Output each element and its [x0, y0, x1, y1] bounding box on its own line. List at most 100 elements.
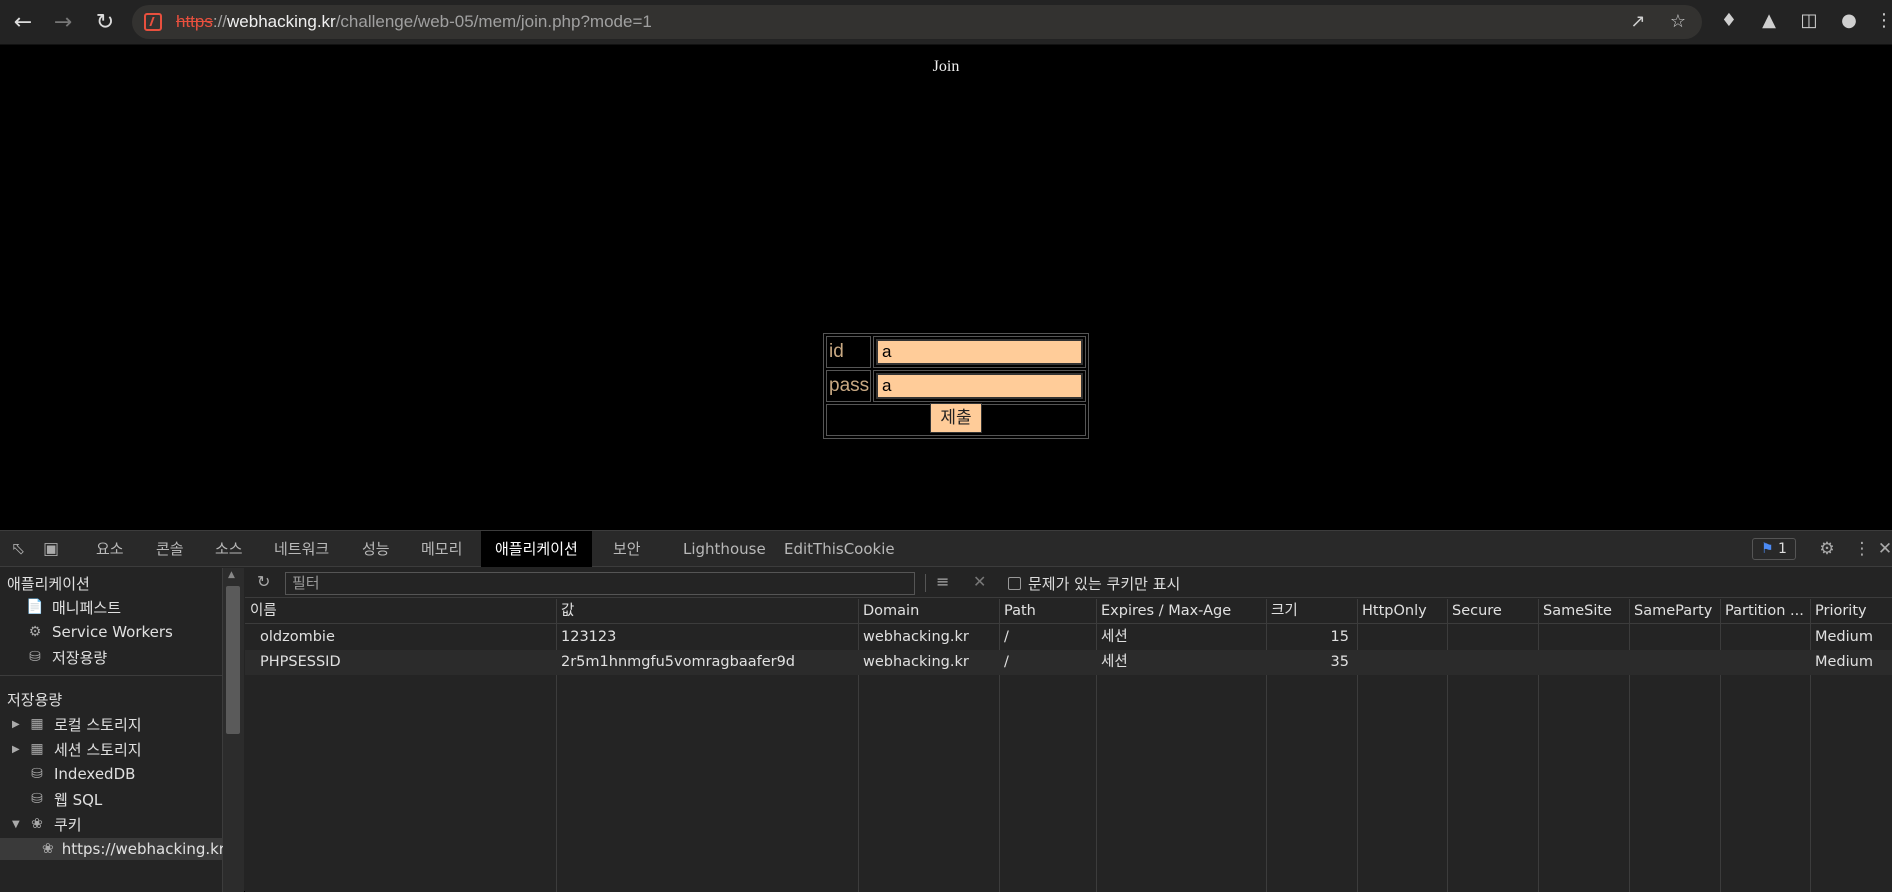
page-title: Join	[932, 58, 960, 75]
column-header-domain[interactable]: Domain	[858, 599, 999, 624]
reload-icon[interactable]: ↻	[90, 7, 120, 37]
scrollbar-thumb[interactable]	[226, 586, 240, 734]
gear-icon: ⚙	[28, 624, 42, 640]
tab-network[interactable]: 네트워크	[266, 531, 337, 567]
database-icon: ⛁	[29, 649, 41, 665]
cookie-path: /	[1004, 629, 1009, 645]
column-header-priority[interactable]: Priority	[1810, 599, 1892, 624]
toolbar-divider	[925, 574, 926, 592]
tab-application[interactable]: 애플리케이션	[481, 531, 592, 567]
collapse-arrow-icon[interactable]: ▼	[12, 819, 24, 830]
column-header-value[interactable]: 값	[556, 599, 858, 624]
sidebar-item-label: 저장용량	[52, 648, 108, 667]
back-arrow-icon[interactable]: ←	[8, 7, 38, 37]
close-icon[interactable]: ✕	[1874, 538, 1892, 560]
puzzle-icon[interactable]: ♦	[1717, 10, 1741, 34]
share-icon[interactable]: ↗	[1626, 11, 1650, 35]
column-header-name[interactable]: 이름	[245, 599, 556, 624]
only-issues-checkbox[interactable]	[1008, 577, 1021, 590]
not-secure-icon[interactable]	[144, 13, 162, 31]
star-icon[interactable]: ☆	[1666, 11, 1690, 35]
sidebar-item-cookie-origin[interactable]: ❀ https://webhacking.kr	[0, 838, 225, 860]
cookie-domain: webhacking.kr	[863, 629, 969, 645]
join-form: id a pass a 제출	[823, 333, 1089, 439]
issues-count: 1	[1778, 541, 1787, 557]
sidebar-item-label: 로컬 스토리지	[54, 715, 142, 734]
devtools-tabbar: ⬁ ▣ 요소 콘솔 소스 네트워크 성능 메모리 애플리케이션 보안 Light…	[0, 531, 1892, 567]
tab-sources[interactable]: 소스	[207, 531, 251, 567]
sidebar-item-label: IndexedDB	[54, 765, 136, 783]
cookie-expires: 세션	[1101, 629, 1128, 645]
expand-arrow-icon[interactable]: ▶	[12, 744, 24, 755]
cookie-icon: ❀	[42, 841, 54, 857]
cookie-expires: 세션	[1101, 654, 1128, 670]
cookie-value: 123123	[561, 629, 617, 645]
tab-elements[interactable]: 요소	[88, 531, 132, 567]
cookie-size: 15	[1330, 629, 1349, 645]
column-header-sameparty[interactable]: SameParty	[1629, 599, 1720, 624]
refresh-icon[interactable]: ↻	[257, 572, 270, 591]
inspect-element-icon[interactable]: ⬁	[7, 538, 29, 560]
pass-input[interactable]: a	[876, 373, 1083, 399]
sidebar-item-session-storage[interactable]: ▶ ▦ 세션 스토리지	[12, 738, 142, 760]
flask-icon[interactable]: ▲	[1757, 10, 1781, 34]
column-header-httponly[interactable]: HttpOnly	[1357, 599, 1447, 624]
expand-arrow-icon[interactable]: ▶	[12, 719, 24, 730]
page-viewport: Join id a pass a 제출	[0, 46, 1892, 530]
gear-icon[interactable]: ⚙	[1816, 538, 1838, 560]
sidebar-item-storage[interactable]: ⛁ 저장용량	[26, 646, 107, 668]
cookie-value: 2r5m1hnmgfu5vomragbaafer9d	[561, 654, 796, 670]
id-input[interactable]: a	[876, 339, 1083, 365]
issues-badge[interactable]: ⚑ 1	[1752, 538, 1796, 560]
column-header-partition[interactable]: Partition ...	[1720, 599, 1810, 624]
cookie-name: oldzombie	[260, 629, 335, 645]
url-text[interactable]: https://webhacking.kr/challenge/web-05/m…	[176, 12, 652, 32]
cookie-filter-input[interactable]: 필터	[285, 572, 915, 595]
sidebar-item-manifest[interactable]: 📄 매니페스트	[26, 596, 121, 618]
sidebar-item-label: 세션 스토리지	[54, 740, 142, 759]
sidebar-item-label: 웹 SQL	[54, 790, 103, 809]
sidebar-divider	[0, 675, 223, 676]
delete-selected-icon[interactable]: ✕	[973, 572, 986, 591]
tab-editthiscookie[interactable]: EditThisCookie	[776, 531, 903, 567]
kebab-menu-icon[interactable]: ⋮	[1872, 10, 1892, 34]
table-row[interactable]: PHPSESSID 2r5m1hnmgfu5vomragbaafer9d web…	[245, 650, 1892, 675]
sidebar-item-label: 쿠키	[54, 815, 82, 834]
tab-lighthouse[interactable]: Lighthouse	[675, 531, 774, 567]
profile-icon[interactable]: ●	[1837, 10, 1861, 34]
tab-console[interactable]: 콘솔	[148, 531, 192, 567]
tab-memory[interactable]: 메모리	[413, 531, 470, 567]
table-icon: ▦	[30, 741, 44, 757]
sidebar-item-service-workers[interactable]: ⚙ Service Workers	[26, 621, 173, 643]
id-cell: a	[873, 336, 1086, 368]
tab-security[interactable]: 보안	[605, 531, 649, 567]
cookie-table: 이름 값 Domain Path Expires / Max-Age 크기 Ht…	[245, 599, 1892, 892]
clear-filtered-icon[interactable]: ≡	[936, 572, 949, 591]
sidebar-item-web-sql[interactable]: ⛁ 웹 SQL	[28, 788, 102, 810]
pass-label: pass	[826, 370, 871, 402]
column-header-expires[interactable]: Expires / Max-Age	[1096, 599, 1266, 624]
sidebar-item-indexeddb[interactable]: ⛁ IndexedDB	[28, 763, 135, 785]
forward-arrow-icon[interactable]: →	[48, 7, 78, 37]
more-options-icon[interactable]: ⋮	[1851, 538, 1873, 560]
cookie-domain: webhacking.kr	[863, 654, 969, 670]
cookies-panel: ↻ 필터 ≡ ✕ 문제가 있는 쿠키만 표시 이름 값 Domain Path …	[245, 568, 1892, 892]
table-row[interactable]: oldzombie 123123 webhacking.kr / 세션 15 M…	[245, 625, 1892, 650]
database-icon: ⛁	[31, 766, 43, 782]
sidebar-item-local-storage[interactable]: ▶ ▦ 로컬 스토리지	[12, 713, 142, 735]
sidebar-item-cookies[interactable]: ▼ ❀ 쿠키	[12, 813, 82, 835]
column-header-samesite[interactable]: SameSite	[1538, 599, 1629, 624]
column-header-secure[interactable]: Secure	[1447, 599, 1538, 624]
submit-button[interactable]: 제출	[930, 403, 982, 433]
devtools-panel: ⬁ ▣ 요소 콘솔 소스 네트워크 성능 메모리 애플리케이션 보안 Light…	[0, 530, 1892, 892]
sidebar-item-label: Service Workers	[52, 623, 173, 641]
sidebar-item-label: https://webhacking.kr	[61, 840, 225, 858]
address-bar[interactable]: https://webhacking.kr/challenge/web-05/m…	[132, 5, 1702, 39]
sidebar-scrollbar[interactable]: ▲	[223, 568, 244, 892]
tab-performance[interactable]: 성능	[354, 531, 398, 567]
column-header-path[interactable]: Path	[999, 599, 1096, 624]
scroll-up-icon[interactable]: ▲	[228, 570, 235, 580]
column-header-size[interactable]: 크기	[1266, 599, 1357, 624]
side-panel-icon[interactable]: ◫	[1797, 10, 1821, 34]
device-toolbar-icon[interactable]: ▣	[40, 538, 62, 560]
